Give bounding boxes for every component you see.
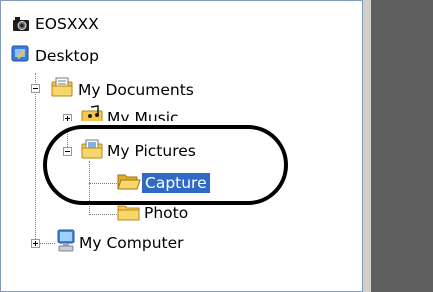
tree-item-label[interactable]: Desktop <box>35 46 99 66</box>
content-pane-dark <box>371 0 433 292</box>
tree-item-label[interactable]: My Documents <box>78 80 194 100</box>
tree-item-label[interactable]: EOSXXX <box>35 14 99 34</box>
camera-icon <box>12 16 30 36</box>
expand-toggle[interactable] <box>31 239 40 248</box>
tree-item-label[interactable]: My Computer <box>79 233 184 253</box>
tree-connector <box>39 243 55 245</box>
tree-connector <box>89 214 117 216</box>
folder-icon <box>117 202 141 226</box>
documents-folder-icon <box>51 77 73 101</box>
folder-tree[interactable]: EOSXXX Desktop My Documents My Music My … <box>0 0 363 292</box>
content-pane <box>363 0 433 292</box>
tree-connector <box>35 73 37 243</box>
tree-item-label[interactable]: Photo <box>144 203 188 223</box>
collapse-toggle[interactable] <box>31 84 40 93</box>
desktop-icon <box>11 44 31 68</box>
highlight-callout <box>43 125 288 205</box>
computer-icon <box>55 229 77 257</box>
